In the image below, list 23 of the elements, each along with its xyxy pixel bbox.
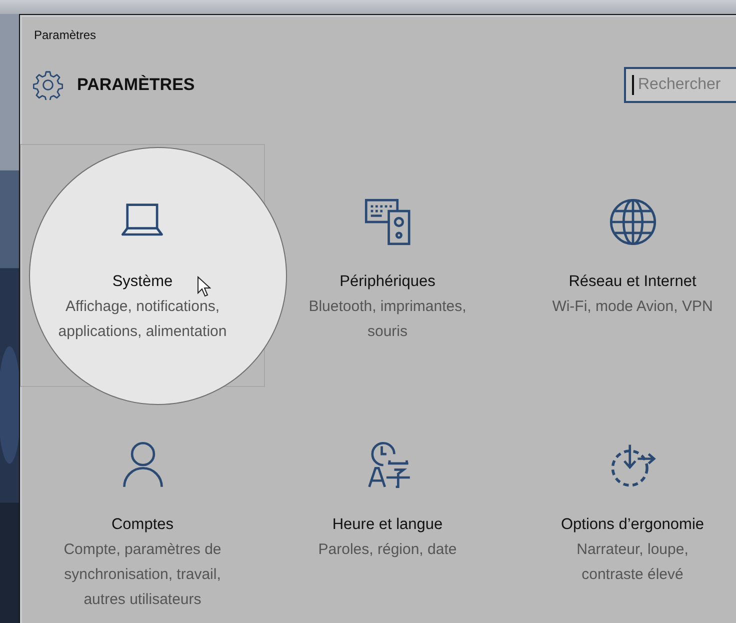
tile-description: Bluetooth, imprimantes, souris (308, 297, 468, 342)
tile-description: Paroles, région, date (317, 540, 458, 560)
settings-tile[interactable]: Réseau et Internet Wi-Fi, mode Avion, VPN (510, 144, 736, 387)
text-caret (632, 75, 634, 95)
tile-title: Options d’ergonomie (560, 515, 704, 535)
search-field[interactable]: Rechercher (624, 67, 736, 103)
tile-title: Réseau et Internet (568, 272, 696, 292)
mouse-pointer-icon (197, 276, 211, 298)
tile-title: Heure et langue (332, 515, 443, 535)
settings-tile[interactable]: Options d’ergonomie Narrateur, loupe, contraste élevé (510, 387, 736, 623)
tile-title: Périphériques (340, 272, 436, 292)
settings-tile[interactable]: Comptes Compte, paramètres de synchronisation, travail, autres utilisateurs (20, 387, 265, 623)
settings-icon (33, 70, 63, 100)
settings-tile[interactable]: Heure et langue Paroles, région, date (265, 387, 510, 623)
settings-tile[interactable]: Périphériques Bluetooth, imprimantes, souris (265, 144, 510, 387)
window-title: Paramètres (34, 28, 96, 42)
tile-description: Wi-Fi, mode Avion, VPN (551, 297, 714, 317)
tile-description: Affichage, notifications, applications, alimentation (57, 297, 228, 342)
tile-title: Comptes (111, 515, 174, 535)
tile-description: Narrateur, loupe, contraste élevé (576, 540, 690, 585)
tile-title: Système (112, 272, 173, 292)
page-title: PARAMÈTRES (77, 75, 195, 95)
tile-description: Compte, paramètres de synchronisation, travail, autres utilisateurs (62, 540, 222, 610)
